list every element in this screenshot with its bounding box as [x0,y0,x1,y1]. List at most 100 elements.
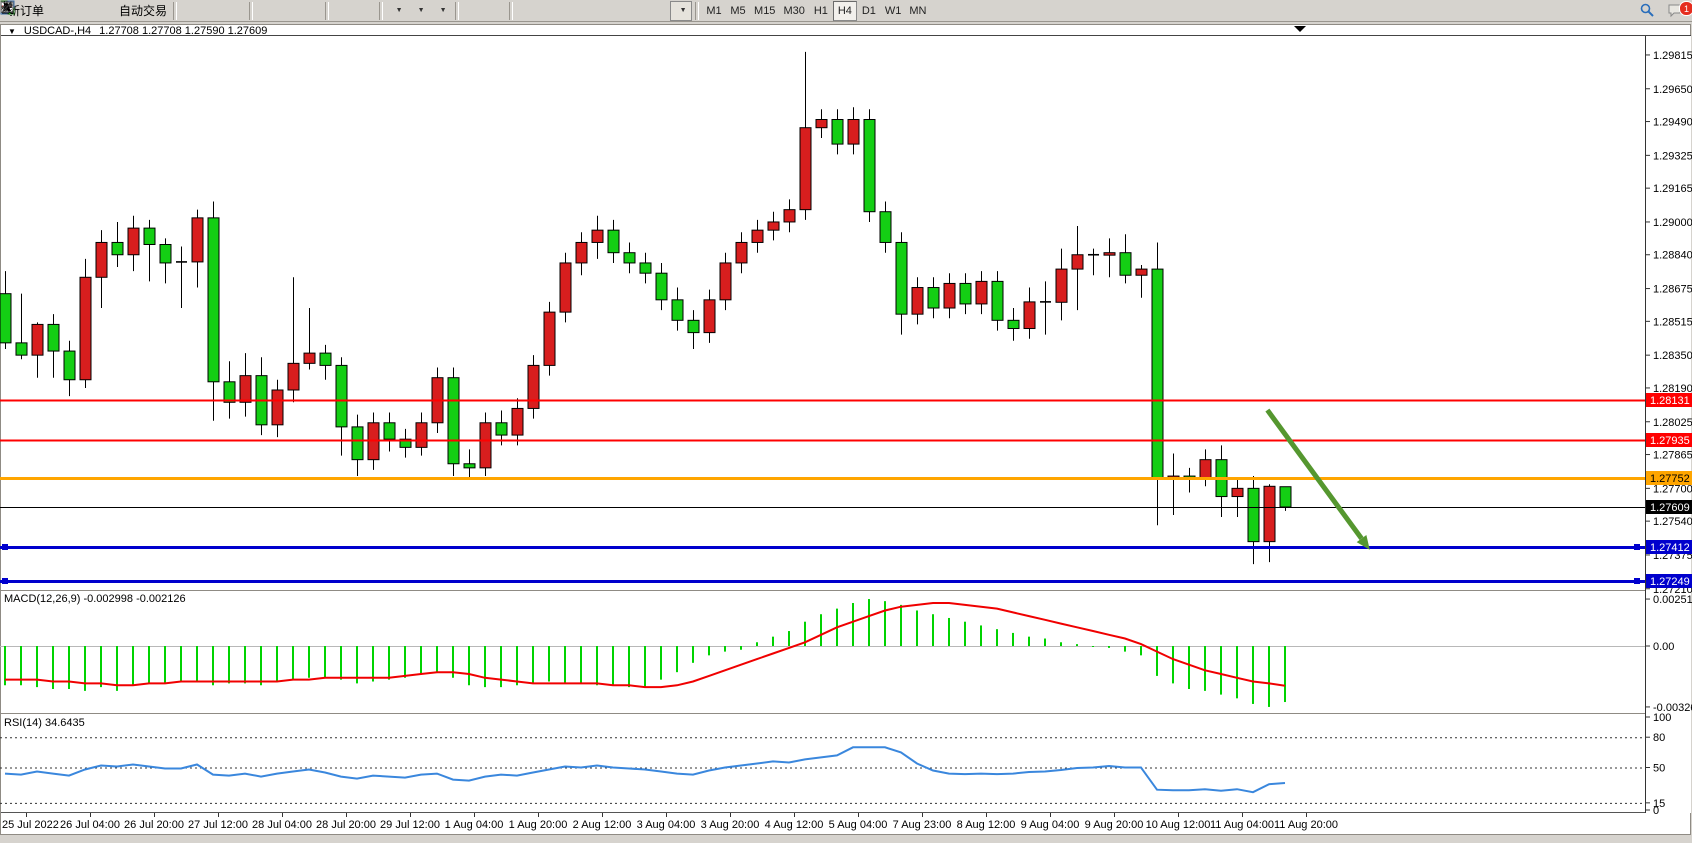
candle-body [208,218,219,382]
candle-body [160,245,171,263]
candle-body [592,230,603,242]
candle-body [640,263,651,273]
timeframe-h1-button[interactable]: H1 [809,1,833,21]
macd-histogram-bar [1236,646,1238,698]
candlestick-button[interactable] [202,1,224,21]
time-tick-label: 3 Aug 20:00 [701,819,760,831]
search-button[interactable] [1638,1,1660,21]
rsi-label: RSI(14) 34.6435 [4,717,85,729]
timeframe-m15-button[interactable]: M15 [750,1,779,21]
timeframe-d1-button[interactable]: D1 [857,1,881,21]
toolbar-separator [249,2,253,20]
candle-body [1120,253,1131,276]
macd-label: MACD(12,26,9) -0.002998 -0.002126 [4,593,186,605]
chart-area[interactable]: MACD(12,26,9) -0.002998 -0.002126 RSI(14)… [0,0,1692,843]
trendline-button[interactable] [560,1,582,21]
blue-hline-upper-right-handle[interactable] [1634,544,1640,550]
dropdown-caret-icon[interactable]: ▼ [418,7,425,14]
timeframe-mn-button[interactable]: MN [905,1,930,21]
profile-button[interactable] [47,1,69,21]
price-tick-label: 1.29650 [1653,84,1692,96]
time-tick-label: 10 Aug 12:00 [1146,819,1211,831]
candle-body [720,263,731,300]
auto-trading-button[interactable]: 自动交易 [113,1,170,21]
dropdown-caret-icon[interactable]: ▼ [680,7,687,14]
price-tick-label: 1.29000 [1653,217,1692,229]
timeframe-m5-button[interactable]: M5 [726,1,750,21]
price-badge-text: 1.28131 [1650,395,1690,407]
toolbar-separator [173,2,177,20]
price-axis[interactable]: 1.298151.296501.294901.293251.291651.290… [1645,36,1692,817]
macd-histogram-bar [1012,633,1014,646]
templates-button[interactable]: ▼ [430,1,452,21]
macd-histogram-bar [1076,644,1078,646]
shapes-button[interactable]: ▼ [670,1,692,21]
candle-body [320,353,331,365]
timeframe-h4-button[interactable]: H4 [833,1,857,21]
macd-histogram-bar [1044,639,1046,646]
indicators-button[interactable]: ▼ [386,1,408,21]
candle-body [976,281,987,304]
macd-histogram-bar [484,646,486,687]
time-tick-label: 25 Jul 2022 [2,819,59,831]
time-tick-label: 26 Jul 20:00 [124,819,184,831]
macd-histogram-bar [388,646,390,680]
vline-button[interactable] [516,1,538,21]
toolbar-separator [509,2,513,20]
market-watch-button[interactable] [69,1,91,21]
time-tick-label: 9 Aug 20:00 [1085,819,1144,831]
label-button[interactable]: T [648,1,670,21]
crosshair-button[interactable] [484,1,506,21]
line-chart-button[interactable] [224,1,246,21]
candle-body [1152,269,1163,478]
toolbar-separator [455,2,459,20]
timeframe-m30-button[interactable]: M30 [779,1,808,21]
candle-body [944,283,955,308]
text-button[interactable]: A [626,1,648,21]
dropdown-caret-icon[interactable]: ▼ [396,7,403,14]
timeframe-w1-button[interactable]: W1 [881,1,906,21]
candle-body [624,253,635,263]
zoom-in-button[interactable] [256,1,278,21]
macd-histogram-bar [644,646,646,687]
macd-histogram-bar [932,614,934,646]
time-tick-label: 26 Jul 04:00 [60,819,120,831]
macd-histogram-bar [1220,646,1222,695]
blue-hline-upper-left-handle[interactable] [2,544,8,550]
macd-histogram-bar [436,646,438,672]
timeframe-m1-button[interactable]: M1 [702,1,726,21]
chart-menu-caret-icon[interactable]: ▼ [8,27,16,36]
mt4-terminal: { "window": { "symbol_line": "USDCAD-,H4… [0,0,1692,843]
fibonacci-button[interactable]: F [604,1,626,21]
macd-histogram-bar [612,646,614,685]
cursor-button[interactable] [462,1,484,21]
candle-body [1008,320,1019,328]
chat-button[interactable]: 1 [1666,1,1688,21]
candle-body [784,210,795,222]
candle-body [240,376,251,403]
hline-button[interactable] [538,1,560,21]
time-tick-label: 8 Aug 12:00 [957,819,1016,831]
price-badge-1.27249: 1.27249 [1646,574,1692,588]
price-tick-label: 1.29490 [1653,117,1692,129]
candle-body [704,300,715,333]
tile-windows-button[interactable] [300,1,322,21]
dropdown-caret-icon[interactable]: ▼ [440,7,447,14]
price-badge-1.27412: 1.27412 [1646,540,1692,554]
zoom-out-button[interactable] [278,1,300,21]
bar-chart-button[interactable] [180,1,202,21]
periods-button[interactable]: ▼ [408,1,430,21]
auto-scroll-button[interactable] [332,1,354,21]
chart-ohlc-readout: 1.27708 1.27708 1.27590 1.27609 [99,25,267,37]
candle-body [224,382,235,402]
chart-shift-button[interactable] [354,1,376,21]
candle-body [1200,460,1211,478]
candle-body [512,408,523,435]
macd-histogram-bar [1060,642,1062,646]
macd-histogram-bar [900,605,902,646]
macd-histogram-bar [372,646,374,682]
blue-hline-lower-left-handle[interactable] [2,578,8,584]
signals-button[interactable] [91,1,113,21]
blue-hline-lower-right-handle[interactable] [1634,578,1640,584]
channel-button[interactable]: E [582,1,604,21]
